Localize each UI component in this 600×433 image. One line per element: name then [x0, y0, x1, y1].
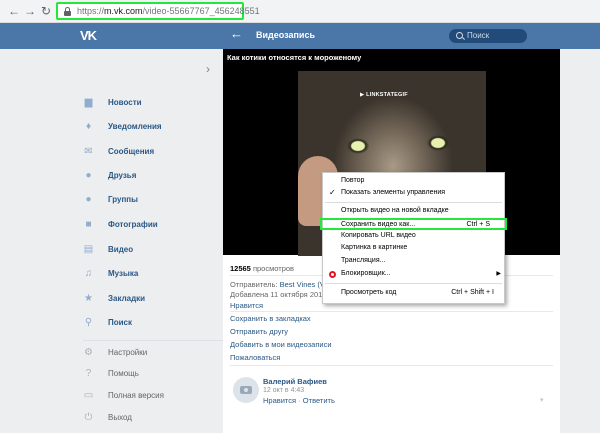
groups-icon: ● [85, 194, 92, 205]
sidebar-item-logout[interactable]: ⏻ Выход [83, 411, 203, 425]
url-text: https://m.vk.com/video-55667767_45624855… [77, 6, 260, 16]
video-title: Как котики относятся к мороженому [227, 53, 362, 62]
sidebar-item-notifications[interactable]: ♦ Уведомления [83, 120, 203, 134]
menu-item-blocker[interactable]: Блокировщик... ▶ [323, 269, 506, 281]
video-sender: Отправитель: Best Vines (Vid [230, 280, 331, 289]
sidebar-item-messages[interactable]: ✉ Сообщения [83, 145, 203, 159]
bookmark-link[interactable]: Сохранить в закладках [230, 314, 311, 323]
sidebar-item-news[interactable]: ▆ Новости [83, 96, 203, 110]
gear-icon: ⚙ [84, 347, 93, 358]
menu-item-cast[interactable]: Трансляция... [323, 256, 506, 268]
sidebar-item-help[interactable]: ? Помощь [83, 367, 203, 381]
menu-item-open-new-tab[interactable]: Открыть видео на новой вкладке [323, 206, 506, 218]
submenu-arrow-icon: ▶ [496, 271, 501, 277]
sidebar-item-search[interactable]: ⚲ Поиск [83, 316, 203, 330]
forward-icon[interactable]: → [23, 4, 37, 18]
comment-actions: Нравится · Ответить [263, 396, 335, 405]
search-icon: ⚲ [84, 317, 93, 328]
film-icon: ▤ [83, 244, 94, 255]
sidebar-item-groups[interactable]: ● Группы [83, 193, 203, 207]
camera-icon [240, 386, 252, 394]
sidebar-item-friends[interactable]: ● Друзья [83, 169, 203, 183]
star-icon: ★ [84, 293, 93, 304]
chevron-right-icon[interactable]: › [206, 62, 210, 76]
page-title: Видеозапись [256, 30, 315, 40]
news-icon: ▆ [84, 97, 93, 108]
camera-icon: ■ [85, 219, 92, 230]
video-added-date: Добавлена 11 октября 2018 [230, 290, 327, 299]
menu-item-save-video[interactable]: Сохранить видео как... Ctrl + S [320, 218, 507, 230]
share-link[interactable]: Отправить другу [230, 327, 288, 336]
vk-header: VK ← Видеозапись Поиск [0, 23, 600, 49]
music-icon: ♫ [84, 268, 93, 279]
back-icon[interactable]: ← [7, 4, 21, 18]
checkmark-icon: ✓ [329, 188, 336, 197]
menu-item-loop[interactable]: Повтор [323, 176, 506, 188]
search-input[interactable]: Поиск [449, 29, 527, 43]
bell-icon: ♦ [85, 121, 92, 132]
message-icon: ✉ [84, 146, 93, 157]
sidebar-item-photos[interactable]: ■ Фотографии [83, 218, 203, 232]
comment-reply-link[interactable]: Ответить [303, 396, 335, 405]
video-watermark: ▶ LINKSTATEGIF [360, 92, 408, 98]
chevron-down-icon[interactable]: ▾ [540, 396, 544, 404]
menu-item-inspect[interactable]: Просмотреть код Ctrl + Shift + I [323, 288, 506, 300]
sidebar-divider [83, 340, 223, 341]
address-bar[interactable]: https://m.vk.com/video-55667767_45624855… [56, 2, 260, 20]
comment-author[interactable]: Валерий Вафиев [263, 377, 327, 386]
monitor-icon: ▭ [83, 390, 94, 401]
help-icon: ? [85, 368, 92, 379]
comment-date: 12 окт в 4:43 [263, 387, 305, 394]
power-icon: ⏻ [84, 412, 93, 423]
browser-toolbar: ← → ↻ https://m.vk.com/video-55667767_45… [0, 0, 600, 23]
add-to-videos-link[interactable]: Добавить в мои видеозаписи [230, 340, 332, 349]
sidebar-item-full-version[interactable]: ▭ Полная версия [83, 389, 203, 403]
menu-item-show-controls[interactable]: ✓ Показать элементы управления [323, 188, 506, 200]
friends-icon: ● [85, 170, 92, 181]
sidebar-item-music[interactable]: ♫ Музыка [83, 267, 203, 281]
lock-icon[interactable] [64, 7, 71, 16]
search-icon [456, 32, 463, 39]
sidebar-item-bookmarks[interactable]: ★ Закладки [83, 292, 203, 306]
context-menu: Повтор ✓ Показать элементы управления Отк… [320, 172, 507, 304]
reload-icon[interactable]: ↻ [39, 4, 53, 18]
menu-item-picture-in-picture[interactable]: Картинка в картинке [323, 243, 506, 255]
avatar[interactable] [233, 377, 259, 403]
sidebar-item-video[interactable]: ▤ Видео [83, 243, 203, 257]
opera-icon [329, 271, 336, 278]
view-count: 12565 просмотров [230, 264, 295, 273]
comment-like-link[interactable]: Нравится [263, 396, 296, 405]
menu-item-copy-url[interactable]: Копировать URL видео [323, 231, 506, 243]
like-link[interactable]: Нравится [230, 301, 263, 310]
back-arrow-icon[interactable]: ← [230, 26, 243, 41]
vk-logo[interactable]: VK [80, 28, 97, 43]
report-link[interactable]: Пожаловаться [230, 353, 280, 362]
sidebar-item-settings[interactable]: ⚙ Настройки [83, 346, 203, 360]
